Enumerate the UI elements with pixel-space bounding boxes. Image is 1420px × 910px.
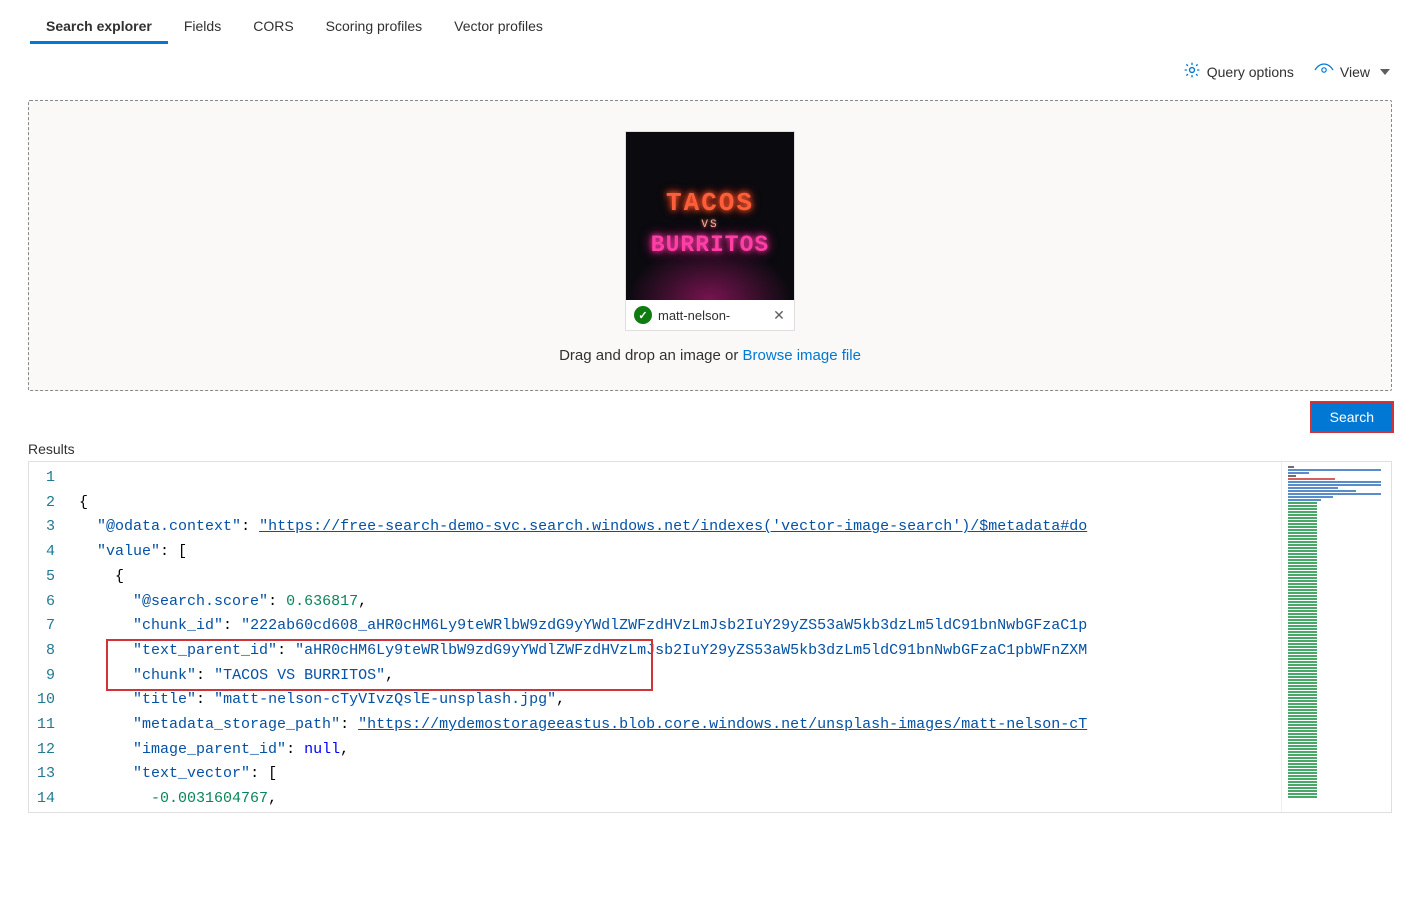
checkmark-icon: ✓ (634, 306, 652, 324)
browse-link[interactable]: Browse image file (743, 347, 861, 364)
query-options-label: Query options (1207, 64, 1294, 80)
tab-scoring-profiles[interactable]: Scoring profiles (310, 10, 439, 42)
line-number: 5 (37, 565, 55, 590)
dropzone-text: Drag and drop an image or Browse image f… (559, 347, 861, 364)
eye-icon (1314, 63, 1334, 80)
line-number: 13 (37, 762, 55, 787)
chevron-down-icon (1380, 69, 1390, 75)
line-number: 11 (37, 713, 55, 738)
view-label: View (1340, 64, 1370, 80)
drag-text: Drag and drop an image or (559, 347, 742, 364)
minimap[interactable] (1281, 462, 1391, 812)
preview-footer: ✓ matt-nelson- ✕ (626, 300, 794, 330)
remove-file-button[interactable]: ✕ (772, 308, 786, 322)
neon-text-top: TACOS (666, 188, 754, 218)
results-heading: Results (0, 431, 1420, 461)
tabs-row: Search explorer Fields CORS Scoring prof… (0, 0, 1420, 43)
uploaded-file-name: matt-nelson- (658, 308, 766, 323)
query-options-button[interactable]: Query options (1183, 61, 1294, 82)
neon-text-mid: VS (701, 219, 718, 231)
tab-cors[interactable]: CORS (237, 10, 309, 42)
line-number-gutter: 1 2 3 4 5 6 7 8 9 10 11 12 13 14 (29, 462, 70, 812)
tab-search-explorer[interactable]: Search explorer (30, 10, 168, 42)
line-number: 4 (37, 540, 55, 565)
code-body[interactable]: { "@odata.context": "https://free-search… (70, 462, 1281, 812)
image-dropzone[interactable]: TACOS VS BURRITOS ✓ matt-nelson- ✕ Drag … (28, 100, 1392, 391)
line-number: 2 (37, 491, 55, 516)
minimap-content (1288, 466, 1385, 799)
tab-fields[interactable]: Fields (168, 10, 237, 42)
results-code-panel: 1 2 3 4 5 6 7 8 9 10 11 12 13 14 { "@oda… (28, 461, 1392, 813)
tab-vector-profiles[interactable]: Vector profiles (438, 10, 559, 42)
line-number: 12 (37, 738, 55, 763)
line-number: 9 (37, 664, 55, 689)
gear-icon (1183, 61, 1201, 82)
neon-text-bot: BURRITOS (651, 232, 769, 258)
toolbar: Query options View (0, 43, 1420, 92)
line-number: 1 (37, 466, 55, 491)
search-row: Search (0, 391, 1420, 431)
line-number: 14 (37, 787, 55, 812)
image-preview-card: TACOS VS BURRITOS ✓ matt-nelson- ✕ (625, 131, 795, 331)
line-number: 10 (37, 688, 55, 713)
line-number: 3 (37, 515, 55, 540)
search-button[interactable]: Search (1312, 403, 1392, 431)
line-number: 7 (37, 614, 55, 639)
view-dropdown[interactable]: View (1314, 63, 1390, 80)
preview-image: TACOS VS BURRITOS (626, 132, 794, 300)
line-number: 6 (37, 590, 55, 615)
line-number: 8 (37, 639, 55, 664)
